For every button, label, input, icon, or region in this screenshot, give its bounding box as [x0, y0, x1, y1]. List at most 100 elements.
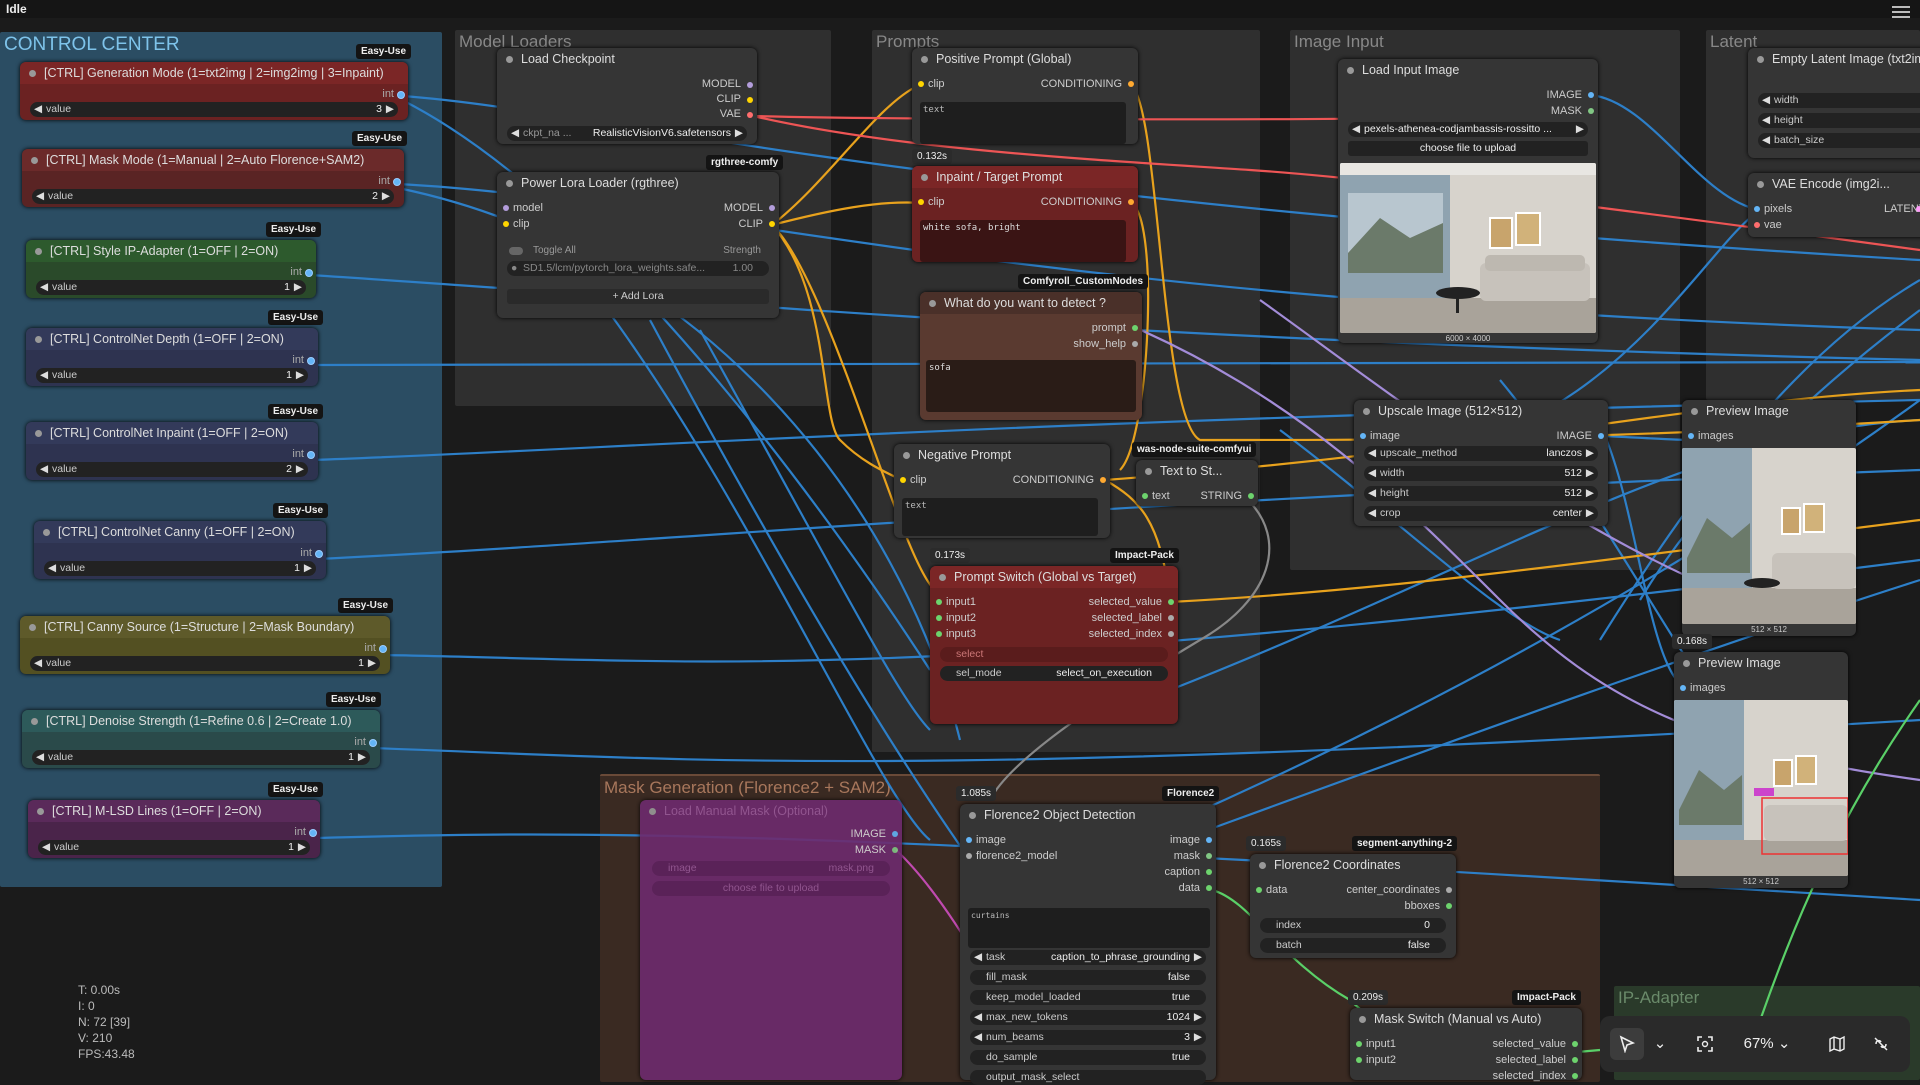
- chevron-left-icon[interactable]: ◀: [36, 189, 44, 204]
- node-load-checkpoint[interactable]: Load Checkpoint MODEL CLIP VAE ◀ ckpt_na…: [497, 48, 757, 144]
- method-widget[interactable]: ◀ upscale_method lanczos ▶: [1364, 446, 1598, 461]
- chevron-right-icon[interactable]: ▶: [1586, 466, 1594, 481]
- hide-links-button[interactable]: [1864, 1028, 1898, 1060]
- width-widget[interactable]: ◀ width 512 ▶: [1364, 466, 1598, 481]
- chevron-left-icon[interactable]: ◀: [974, 1030, 982, 1045]
- chevron-right-icon[interactable]: ▶: [296, 368, 304, 383]
- chevron-right-icon[interactable]: ▶: [296, 462, 304, 477]
- node-detect-prompt[interactable]: What do you want to detect ? prompt show…: [920, 292, 1142, 420]
- output-model-dot[interactable]: [747, 82, 753, 88]
- output-selected_value-dot[interactable]: [1572, 1041, 1578, 1047]
- num_beams-widget[interactable]: ◀ ▶ num_beams 3: [970, 1030, 1206, 1045]
- value-widget[interactable]: ◀ value 1 ▶: [38, 840, 310, 855]
- chevron-right-icon[interactable]: ▶: [1194, 950, 1202, 965]
- value-widget[interactable]: ◀ value 1 ▶: [44, 561, 316, 576]
- image-file-widget[interactable]: ◀ pexels-athenea-codjambassis-rossitto .…: [1348, 122, 1588, 137]
- detect-textarea[interactable]: sofa: [926, 360, 1136, 412]
- florence-textarea[interactable]: curtains: [968, 908, 1210, 948]
- output-bboxes-dot[interactable]: [1446, 903, 1452, 909]
- output-mask-dot[interactable]: [1206, 853, 1212, 859]
- chevron-left-icon[interactable]: ◀: [511, 126, 519, 141]
- upload-button[interactable]: choose file to upload: [652, 881, 890, 896]
- value-widget[interactable]: ◀ value 2 ▶: [36, 462, 308, 477]
- node-ctrl-8[interactable]: [CTRL] Denoise Strength (1=Refine 0.6 | …: [22, 710, 380, 768]
- input-image-dot[interactable]: [1360, 433, 1366, 439]
- input-model-dot[interactable]: [966, 853, 972, 859]
- node-preview-image-2[interactable]: Preview Image images 512 × 512: [1674, 652, 1848, 888]
- output-conditioning-dot[interactable]: [1128, 199, 1134, 205]
- chevron-right-icon[interactable]: ▶: [368, 656, 376, 671]
- keep_model-widget[interactable]: keep_model_loaded true: [970, 990, 1206, 1005]
- output-clip-dot[interactable]: [747, 97, 753, 103]
- node-negative-prompt[interactable]: Negative Prompt clip CONDITIONING text: [894, 444, 1110, 538]
- chevron-right-icon[interactable]: ▶: [358, 750, 366, 765]
- output-latent-dot[interactable]: [1916, 206, 1920, 212]
- node-ctrl-2[interactable]: [CTRL] Mask Mode (1=Manual | 2=Auto Flor…: [22, 149, 404, 207]
- input-clip-dot[interactable]: [918, 199, 924, 205]
- chevron-right-icon[interactable]: ▶: [1586, 506, 1594, 521]
- index-widget[interactable]: index 0: [1260, 918, 1446, 933]
- output-selected_index-dot[interactable]: [1168, 631, 1174, 637]
- output-int-dot[interactable]: [307, 357, 315, 365]
- output-center-dot[interactable]: [1446, 887, 1452, 893]
- output-int-dot[interactable]: [309, 829, 317, 837]
- node-load-manual-mask[interactable]: Load Manual Mask (Optional) IMAGE MASK i…: [640, 800, 902, 1080]
- lora-toggle-icon[interactable]: ●: [511, 261, 517, 276]
- input-clip-dot[interactable]: [918, 81, 924, 87]
- input-pixels-dot[interactable]: [1754, 206, 1760, 212]
- input-data-dot[interactable]: [1256, 887, 1262, 893]
- output-image-dot[interactable]: [892, 831, 898, 837]
- chevron-left-icon[interactable]: ◀: [974, 950, 982, 965]
- output-data-dot[interactable]: [1206, 885, 1212, 891]
- node-empty-latent[interactable]: Empty Latent Image (txt2im ◀ width ◀ heigh…: [1748, 48, 1920, 158]
- chevron-right-icon[interactable]: ▶: [1194, 1010, 1202, 1025]
- height-widget[interactable]: ◀ height 512 ▶: [1364, 486, 1598, 501]
- node-ctrl-1[interactable]: [CTRL] Generation Mode (1=txt2img | 2=im…: [20, 62, 408, 120]
- select-widget[interactable]: select: [940, 647, 1168, 662]
- select-tool-button[interactable]: [1610, 1028, 1644, 1060]
- input-input1-dot[interactable]: [1356, 1041, 1362, 1047]
- output-mask-dot[interactable]: [1588, 108, 1594, 114]
- value-widget[interactable]: ◀ value 2 ▶: [32, 189, 394, 204]
- lora-row-widget[interactable]: ● SD1.5/lcm/pytorch_lora_weights.safe...…: [507, 261, 769, 276]
- node-florence2-coordinates[interactable]: Florence2 Coordinates data center_coordi…: [1250, 854, 1456, 958]
- toggle-all-switch[interactable]: [509, 247, 523, 255]
- output-conditioning-dot[interactable]: [1100, 477, 1106, 483]
- value-widget[interactable]: ◀ value 1 ▶: [32, 750, 370, 765]
- node-ctrl-7[interactable]: [CTRL] Canny Source (1=Structure | 2=Mas…: [20, 616, 390, 674]
- output-help-dot[interactable]: [1132, 341, 1138, 347]
- output-model-dot[interactable]: [769, 205, 775, 211]
- minimap-button[interactable]: [1820, 1028, 1854, 1060]
- chevron-right-icon[interactable]: ▶: [1576, 122, 1584, 137]
- output-selected_label-dot[interactable]: [1572, 1057, 1578, 1063]
- input-input3-dot[interactable]: [936, 631, 942, 637]
- width-widget[interactable]: ◀ width: [1758, 93, 1920, 108]
- chevron-left-icon[interactable]: ◀: [1762, 113, 1770, 128]
- chevron-right-icon[interactable]: ▶: [304, 561, 312, 576]
- input-image-dot[interactable]: [966, 837, 972, 843]
- chevron-right-icon[interactable]: ▶: [294, 280, 302, 295]
- upload-button[interactable]: choose file to upload: [1348, 141, 1588, 156]
- node-upscale-image[interactable]: Upscale Image (512×512) image IMAGE ◀ ups…: [1354, 400, 1608, 526]
- prompt-textarea[interactable]: white sofa, bright: [920, 220, 1126, 262]
- output-int-dot[interactable]: [379, 645, 387, 653]
- chevron-left-icon[interactable]: ◀: [34, 102, 42, 117]
- output-caption-dot[interactable]: [1206, 869, 1212, 875]
- sel-mode-widget[interactable]: sel_mode select_on_execution: [940, 666, 1168, 681]
- chevron-left-icon[interactable]: ◀: [36, 750, 44, 765]
- input-vae-dot[interactable]: [1754, 222, 1760, 228]
- node-vae-encode[interactable]: VAE Encode (img2i... pixels vae LATENT: [1748, 173, 1920, 237]
- output-selected_index-dot[interactable]: [1572, 1073, 1578, 1079]
- chevron-right-icon[interactable]: ▶: [1194, 1030, 1202, 1045]
- output-clip-dot[interactable]: [769, 221, 775, 227]
- mask-file-widget[interactable]: image mask.png: [652, 861, 890, 876]
- chevron-right-icon[interactable]: ▶: [382, 189, 390, 204]
- output-int-dot[interactable]: [305, 269, 313, 277]
- chevron-down-icon[interactable]: ⌄: [1650, 1028, 1670, 1060]
- node-ctrl-4[interactable]: [CTRL] ControlNet Depth (1=OFF | 2=ON) i…: [26, 328, 318, 386]
- ckpt-name-widget[interactable]: ◀ ckpt_na ... RealisticVisionV6.safetens…: [507, 126, 747, 141]
- output-int-dot[interactable]: [307, 451, 315, 459]
- output-mask-select-widget[interactable]: output_mask_select: [970, 1070, 1206, 1085]
- chevron-right-icon[interactable]: ▶: [735, 126, 743, 141]
- input-model-dot[interactable]: [503, 205, 509, 211]
